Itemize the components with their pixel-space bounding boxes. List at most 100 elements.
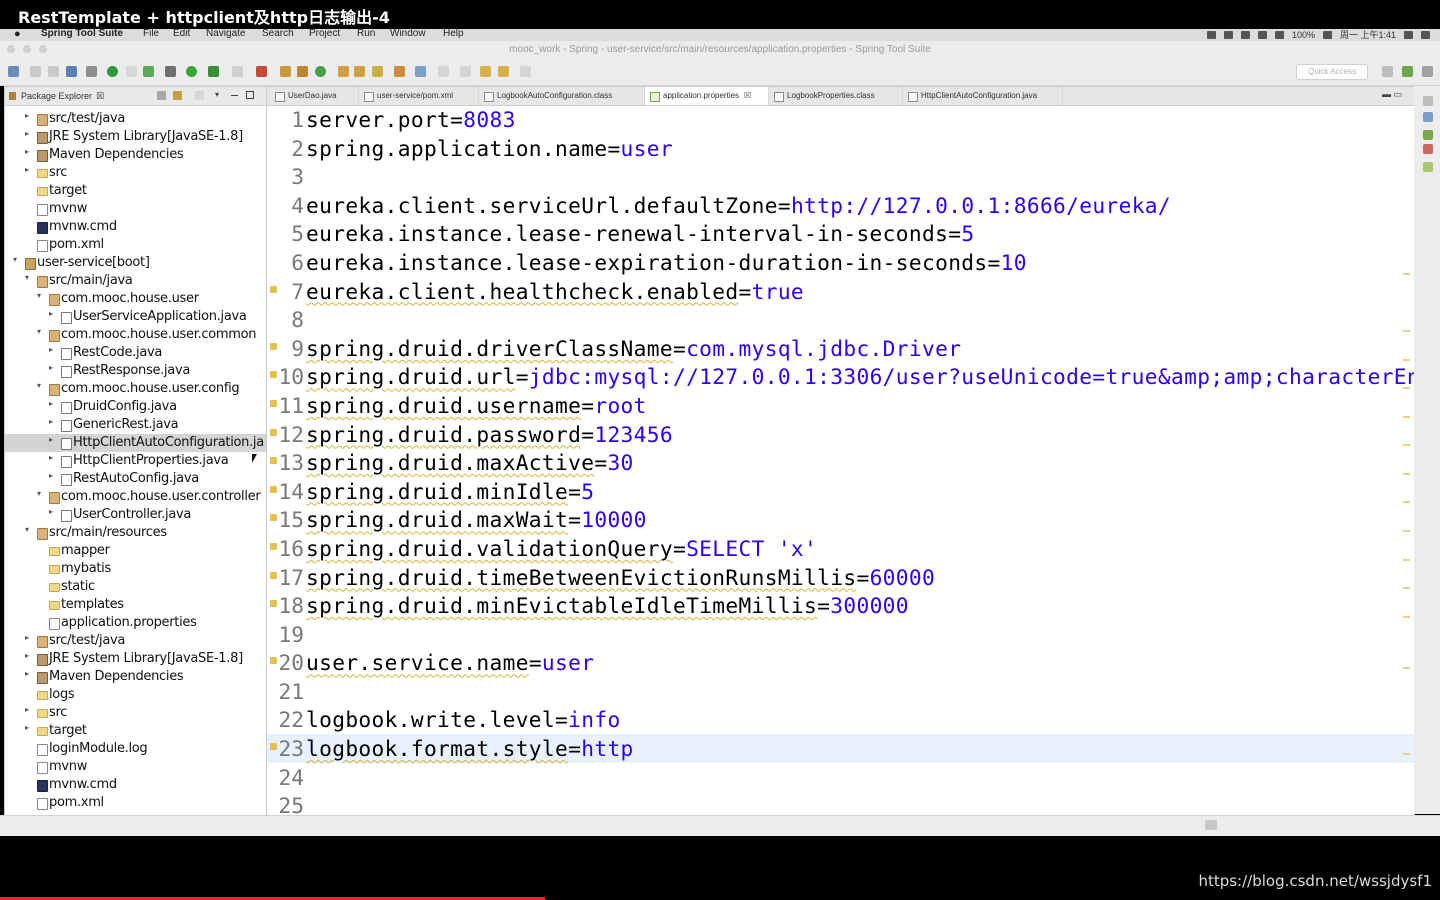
tree-item[interactable]: ▸ Maven Dependencies <box>5 146 266 164</box>
tree-item[interactable]: mvnw.cmd <box>5 776 266 794</box>
menu-search[interactable]: Search <box>262 28 294 39</box>
tree-item[interactable]: ▸ UserServiceApplication.java <box>5 308 266 326</box>
tree-item[interactable]: loginModule.log <box>5 740 266 758</box>
spotlight-icon[interactable] <box>1404 30 1413 39</box>
editor-tab[interactable]: HttpClientAutoConfiguration.java <box>903 87 1063 105</box>
new-package-icon[interactable] <box>297 66 308 77</box>
collapse-all-icon[interactable] <box>157 91 166 100</box>
run-server-icon[interactable] <box>107 66 118 77</box>
tree-item[interactable]: ▸ JRE System Library [JavaSE-1.8] <box>5 128 266 146</box>
expand-arrow-icon[interactable]: ▸ <box>25 705 33 714</box>
coverage-icon[interactable] <box>232 66 243 77</box>
code-line[interactable]: 14 spring.druid.minIdle=5 <box>267 477 1414 506</box>
collapse-arrow-icon[interactable]: ▾ <box>25 525 33 534</box>
expand-arrow-icon[interactable]: ▸ <box>49 435 57 444</box>
tree-item[interactable]: ▸ DruidConfig.java <box>5 398 266 416</box>
problems-icon[interactable] <box>1423 144 1433 154</box>
code-line[interactable]: 5 eureka.instance.lease-renewal-interval-… <box>267 219 1414 248</box>
ruler-mark[interactable] <box>1403 359 1410 361</box>
code-line[interactable]: 16 spring.druid.validationQuery=SELECT 'x… <box>267 534 1414 563</box>
collapse-arrow-icon[interactable]: ▾ <box>37 327 45 336</box>
spring-icon[interactable] <box>143 66 154 77</box>
code-line[interactable]: 11 spring.druid.username=root <box>267 391 1414 420</box>
code-line[interactable]: 25 <box>267 791 1414 815</box>
tree-item[interactable]: mvnw <box>5 200 266 218</box>
tree-item[interactable]: target <box>5 182 266 200</box>
wifi-icon[interactable] <box>1274 30 1284 39</box>
tree-item[interactable]: ▾ com.mooc.house.user <box>5 290 266 308</box>
ruler-mark[interactable] <box>1403 444 1410 446</box>
expand-arrow-icon[interactable]: ▸ <box>25 669 33 678</box>
expand-arrow-icon[interactable]: ▸ <box>25 165 33 174</box>
tree-item[interactable]: ▸ GenericRest.java <box>5 416 266 434</box>
minimize-editor-icon[interactable]: ▬ <box>1382 89 1391 99</box>
code-line[interactable]: 15 spring.druid.maxWait=10000 <box>267 505 1414 534</box>
debug-icon[interactable] <box>165 66 176 77</box>
tree-item[interactable]: mvnw.cmd <box>5 218 266 236</box>
tree-item[interactable]: ▸ Maven Dependencies <box>5 668 266 686</box>
tree-item[interactable]: ▾ src/main/java <box>5 272 266 290</box>
code-line[interactable]: 2 spring.application.name=user <box>267 134 1414 163</box>
restore-icon[interactable] <box>1423 96 1433 106</box>
notification-icon[interactable] <box>1421 30 1430 39</box>
code-line[interactable]: 20 user.service.name=user <box>267 648 1414 677</box>
tree-item[interactable]: ▸ src <box>5 164 266 182</box>
tree-item[interactable]: ▸ RestResponse.java <box>5 362 266 380</box>
editor-tab[interactable]: user-service/pom.xml <box>359 87 479 105</box>
code-line[interactable]: 8 <box>267 305 1414 334</box>
close-tab-icon[interactable]: ☒ <box>744 91 751 100</box>
menu-window[interactable]: Window <box>390 28 426 39</box>
package-explorer-title[interactable]: Package Explorer ☒ <box>21 91 104 102</box>
collapse-arrow-icon[interactable]: ▾ <box>37 381 45 390</box>
expand-arrow-icon[interactable]: ▸ <box>49 363 57 372</box>
status-icon[interactable] <box>1223 30 1233 39</box>
expand-arrow-icon[interactable]: ▸ <box>25 651 33 660</box>
ruler-mark[interactable] <box>1403 473 1410 475</box>
code-line[interactable]: 21 <box>267 677 1414 706</box>
code-line[interactable]: 13 spring.druid.maxActive=30 <box>267 448 1414 477</box>
battery-level[interactable]: 100% <box>1292 30 1315 40</box>
ruler-mark[interactable] <box>1403 587 1410 589</box>
battery-icon[interactable] <box>1322 30 1332 39</box>
code-line[interactable]: 19 <box>267 620 1414 649</box>
tree-item[interactable]: ▸ target <box>5 722 266 740</box>
java-perspective-icon[interactable] <box>1422 66 1433 77</box>
code-line[interactable]: 1 server.port=8083 <box>267 105 1414 134</box>
view-menu-icon[interactable]: ▾ <box>215 90 219 99</box>
menu-edit[interactable]: Edit <box>173 28 190 39</box>
editor-tab[interactable]: LogbookProperties.class <box>769 87 903 105</box>
expand-arrow-icon[interactable]: ▸ <box>25 147 33 156</box>
tree-item[interactable]: ▸ UserController.java <box>5 506 266 524</box>
progress-icon[interactable] <box>1205 820 1217 830</box>
code-line[interactable]: 3 <box>267 162 1414 191</box>
app-menu[interactable]: Spring Tool Suite <box>41 28 123 39</box>
code-line[interactable]: 4 eureka.client.serviceUrl.defaultZone=ht… <box>267 191 1414 220</box>
expand-arrow-icon[interactable]: ▸ <box>49 507 57 516</box>
ruler-mark[interactable] <box>1403 273 1410 275</box>
collapse-arrow-icon[interactable]: ▾ <box>37 489 45 498</box>
expand-arrow-icon[interactable]: ▸ <box>49 417 57 426</box>
link-editor-icon[interactable] <box>173 91 182 100</box>
deploy-icon[interactable] <box>256 66 267 77</box>
code-line[interactable]: 24 <box>267 763 1414 792</box>
status-icon[interactable] <box>1257 30 1267 39</box>
maximize-editor-icon[interactable]: ▭ <box>1393 89 1402 99</box>
ruler-mark[interactable] <box>1403 559 1410 561</box>
code-line[interactable]: 22 logbook.write.level=info <box>267 705 1414 734</box>
tree-item[interactable]: logs <box>5 686 266 704</box>
save-icon[interactable] <box>30 66 41 77</box>
menu-run[interactable]: Run <box>357 28 375 39</box>
menu-navigate[interactable]: Navigate <box>206 28 245 39</box>
search-icon[interactable] <box>372 66 383 77</box>
tree-item[interactable]: ▸ HttpClientProperties.java <box>5 452 266 470</box>
toggle-icon[interactable] <box>126 66 137 77</box>
open-type-icon[interactable] <box>338 66 349 77</box>
tree-item[interactable]: ▾ com.mooc.house.user.common <box>5 326 266 344</box>
ruler-mark[interactable] <box>1403 416 1410 418</box>
code-line[interactable]: 10 spring.druid.url=jdbc:mysql://127.0.0.… <box>267 362 1414 391</box>
next-annotation-icon[interactable] <box>438 66 449 77</box>
focus-icon[interactable] <box>195 91 204 100</box>
expand-arrow-icon[interactable]: ▸ <box>49 453 57 462</box>
outline-icon[interactable] <box>1423 112 1433 122</box>
close-view-icon[interactable]: ☒ <box>96 91 104 101</box>
